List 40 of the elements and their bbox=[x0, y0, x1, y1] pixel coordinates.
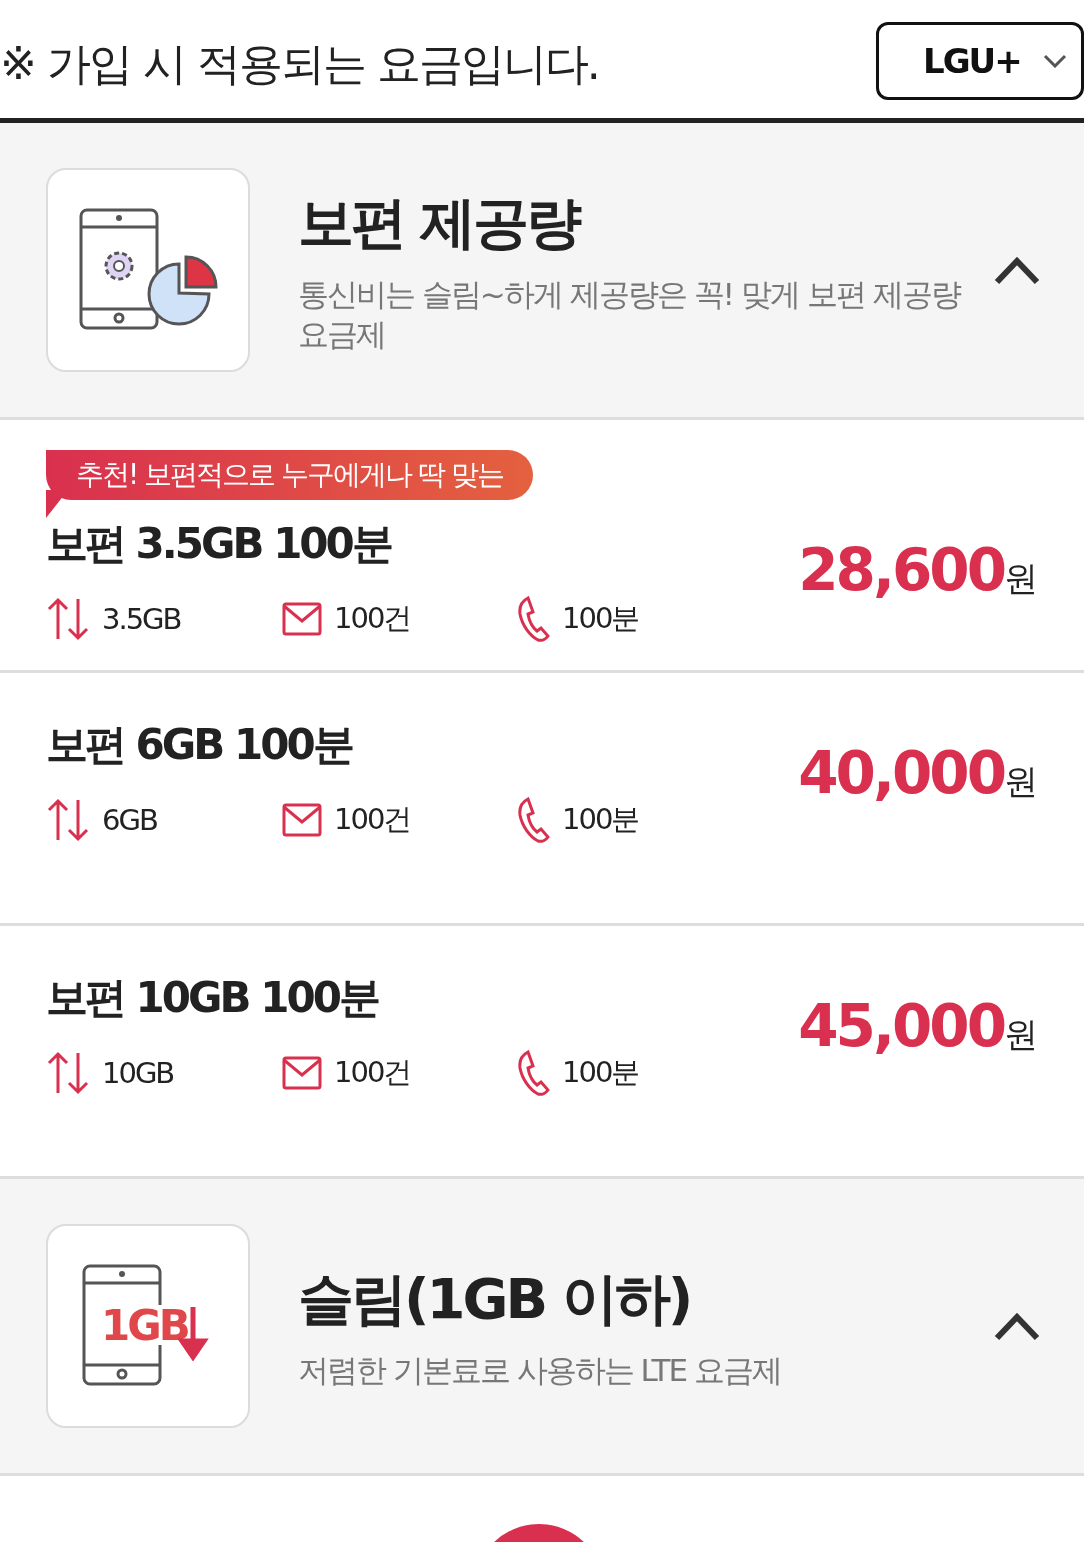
voice-amount: 100분 bbox=[562, 801, 639, 838]
category-title: 슬림(1GB 이하) bbox=[298, 1265, 692, 1333]
price-unit: 원 bbox=[1004, 558, 1038, 600]
phone-icon bbox=[518, 797, 550, 843]
envelope-icon bbox=[282, 1056, 322, 1090]
up-down-arrows-icon bbox=[46, 1051, 90, 1095]
voice-amount: 100분 bbox=[562, 1054, 639, 1091]
category-title: 보편 제공량 bbox=[298, 189, 581, 257]
notice-text: ※ 가입 시 적용되는 요금입니다. bbox=[0, 36, 599, 91]
plan-price: 28,600 bbox=[798, 536, 1004, 604]
plan-price: 45,000 bbox=[798, 992, 1004, 1060]
category-header[interactable]: 1GB 슬림(1GB 이하) 저렴한 기본료로 사용하는 LTE 요금제 bbox=[0, 1179, 1084, 1476]
voice-amount: 100분 bbox=[562, 600, 639, 637]
plan-name: 보편 3.5GB 100분 bbox=[46, 518, 393, 570]
plan-name: 보편 6GB 100분 bbox=[46, 719, 354, 771]
up-down-arrows-icon bbox=[46, 798, 90, 842]
plan-price: 40,000 bbox=[798, 739, 1004, 807]
data-amount: 3.5GB bbox=[102, 602, 181, 636]
recommend-badge: 추천! 보편적으로 누구에게나 딱 맞는 bbox=[46, 450, 533, 500]
collapse-chevron-icon[interactable] bbox=[994, 1311, 1040, 1341]
sms-amount: 100건 bbox=[334, 600, 411, 637]
price-unit: 원 bbox=[1004, 1014, 1038, 1056]
up-down-arrows-icon bbox=[46, 597, 90, 641]
category-header[interactable]: 보편 제공량 통신비는 슬림~하게 제공량은 꼭! 맞게 보편 제공량 요금제 bbox=[0, 123, 1084, 420]
carrier-select[interactable]: LGU+ bbox=[876, 22, 1084, 100]
sms-amount: 100건 bbox=[334, 1054, 411, 1091]
collapse-chevron-icon[interactable] bbox=[994, 255, 1040, 285]
envelope-icon bbox=[282, 602, 322, 636]
plan-name: 보편 10GB 100분 bbox=[46, 972, 380, 1024]
envelope-icon bbox=[282, 803, 322, 837]
category-description: 통신비는 슬림~하게 제공량은 꼭! 맞게 보편 제공량 요금제 bbox=[298, 275, 962, 354]
data-amount: 10GB bbox=[102, 1056, 174, 1090]
phone-pie-chart-icon bbox=[78, 207, 218, 333]
chevron-down-icon bbox=[1043, 54, 1067, 68]
phone-icon bbox=[518, 596, 550, 642]
category-description: 저렴한 기본료로 사용하는 LTE 요금제 bbox=[298, 1351, 782, 1390]
data-amount: 6GB bbox=[102, 803, 157, 837]
sms-amount: 100건 bbox=[334, 801, 411, 838]
phone-icon bbox=[518, 1050, 550, 1096]
price-unit: 원 bbox=[1004, 761, 1038, 803]
